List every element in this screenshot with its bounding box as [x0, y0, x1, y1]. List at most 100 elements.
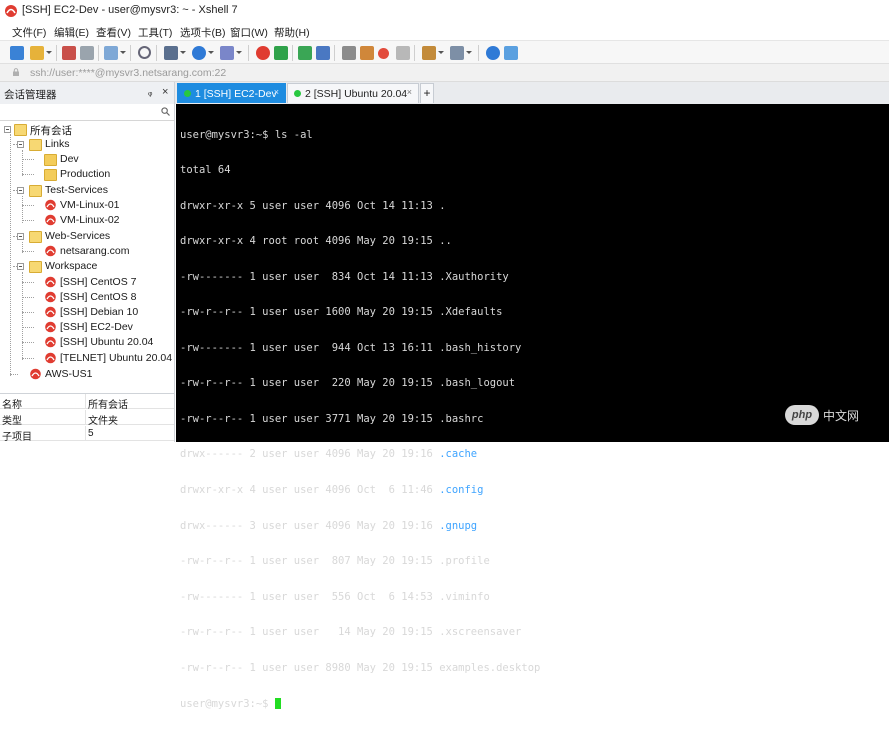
tree-item-label: Production [60, 168, 111, 180]
tab-ec2-dev[interactable]: 1 [SSH] EC2-Dev × [177, 83, 286, 103]
open-folder-icon[interactable] [30, 46, 44, 60]
keyboard-icon[interactable] [342, 46, 356, 60]
chevron-down-icon[interactable] [466, 51, 472, 54]
terminal-line: -rw-r--r-- 1 user user 8980 May 20 19:15… [180, 661, 541, 674]
chevron-down-icon[interactable] [120, 51, 126, 54]
collapse-toggle[interactable] [17, 187, 24, 194]
tree-item-label: [SSH] CentOS 7 [60, 276, 137, 288]
chat-icon[interactable] [504, 46, 518, 60]
toolbar-separator [414, 45, 415, 61]
close-icon[interactable]: × [274, 87, 279, 97]
session-icon [30, 368, 41, 380]
new-tab-button[interactable]: + [420, 83, 434, 103]
menu-edit[interactable]: 编辑(E) [54, 25, 89, 40]
folder-icon [44, 154, 57, 166]
font-icon[interactable] [164, 46, 178, 60]
menu-tools[interactable]: 工具(T) [138, 25, 172, 40]
record-icon[interactable] [378, 48, 389, 59]
transparency-icon[interactable] [316, 46, 330, 60]
search-input[interactable] [0, 104, 174, 121]
collapse-toggle[interactable] [17, 233, 24, 240]
terminal-line: drwx------ 2 user user 4096 May 20 19:16… [180, 448, 478, 461]
tree-item-label: [SSH] CentOS 8 [60, 291, 137, 303]
chevron-down-icon[interactable] [236, 51, 242, 54]
connected-status-icon [294, 90, 301, 97]
watermark: php 中文网 [785, 402, 875, 428]
close-icon[interactable]: × [162, 86, 168, 98]
help-icon[interactable] [486, 46, 500, 60]
property-row: 子项目 5 [0, 426, 174, 443]
pen-icon[interactable] [360, 46, 374, 60]
folder-open-icon [14, 124, 27, 136]
disconnect-icon[interactable] [80, 46, 94, 60]
fullscreen-icon[interactable] [298, 46, 312, 60]
chevron-down-icon[interactable] [438, 51, 444, 54]
address-bar[interactable]: ssh://user:****@mysvr3.netsarang.com:22 [0, 64, 889, 82]
property-value: 所有会话 [88, 400, 128, 411]
tree-item-label: VM-Linux-02 [60, 214, 120, 226]
terminal-line: drwxr-xr-x 5 user user 4096 Oct 14 11:13… [180, 199, 446, 212]
folder-open-icon [29, 261, 42, 273]
session-manager-title: 会话管理器 [4, 89, 57, 101]
window-title: [SSH] EC2-Dev - user@mysvr3: ~ - Xshell … [22, 4, 238, 16]
collapse-toggle[interactable] [4, 126, 11, 133]
tree-item-label: AWS-US1 [45, 368, 93, 380]
search-icon[interactable] [138, 46, 151, 59]
session-icon [45, 245, 56, 257]
session-icon [45, 199, 56, 211]
terminal-line: drwxr-xr-x 4 root root 4096 May 20 19:15… [180, 235, 452, 248]
tree-item-label: 所有会话 [30, 125, 72, 137]
terminal-line: -rw-r--r-- 1 user user 1600 May 20 19:15… [180, 306, 503, 319]
tree-item-label: [SSH] Ubuntu 20.04 [60, 336, 154, 348]
menu-view[interactable]: 查看(V) [96, 25, 131, 40]
chevron-down-icon[interactable] [46, 51, 52, 54]
session-icon [45, 214, 56, 226]
toolbar-separator [56, 45, 57, 61]
property-key: 名称 [2, 400, 22, 411]
folder-open-icon [29, 185, 42, 197]
terminal-line: -rw------- 1 user user 834 Oct 14 11:13 … [180, 270, 509, 283]
title-bar: [SSH] EC2-Dev - user@mysvr3: ~ - Xshell … [0, 0, 889, 22]
xshell-session-icon[interactable] [256, 46, 270, 60]
tree-item-label: Links [45, 138, 70, 150]
xftp-icon[interactable] [274, 46, 288, 60]
terminal-prompt: user@mysvr3:~$ [180, 698, 540, 710]
property-row: 名称 所有会话 [0, 394, 174, 411]
terminal[interactable]: user@mysvr3:~$ ls -al total 64 drwxr-xr-… [176, 104, 889, 710]
toolbar-separator [130, 45, 131, 61]
toolbar-separator [248, 45, 249, 61]
layout-icon[interactable] [450, 46, 464, 60]
terminal-output: user@mysvr3:~$ ls -al total 64 drwxr-xr-… [180, 106, 540, 734]
address-value[interactable]: ssh://user:****@mysvr3.netsarang.com:22 [30, 67, 226, 79]
terminal-line: -rw------- 1 user user 944 Oct 13 16:11 … [180, 341, 522, 354]
chevron-down-icon[interactable] [208, 51, 214, 54]
menu-tabs[interactable]: 选项卡(B) [180, 25, 226, 40]
collapse-toggle[interactable] [17, 263, 24, 270]
copy-icon[interactable] [104, 46, 118, 60]
menu-window[interactable]: 窗口(W) [230, 25, 268, 40]
pin-icon[interactable]: ᵩ [148, 87, 152, 98]
close-icon[interactable]: × [407, 87, 412, 97]
stop-icon[interactable] [396, 46, 410, 60]
connected-status-icon [184, 90, 191, 97]
property-key: 子项目 [2, 432, 32, 443]
property-row: 类型 文件夹 [0, 410, 174, 427]
terminal-line: total 64 [180, 164, 231, 177]
folder-tools-icon[interactable] [422, 46, 436, 60]
search-icon [161, 107, 170, 116]
menu-file[interactable]: 文件(F) [12, 25, 46, 40]
script-icon[interactable] [220, 46, 234, 60]
tree-item-label: Dev [60, 153, 79, 165]
collapse-toggle[interactable] [17, 141, 24, 148]
toolbar-separator [292, 45, 293, 61]
terminal-line: drwxr-xr-x 4 user user 4096 Oct 6 11:46 … [180, 484, 484, 496]
menu-help[interactable]: 帮助(H) [274, 25, 310, 40]
new-session-icon[interactable] [10, 46, 24, 60]
chevron-down-icon[interactable] [180, 51, 186, 54]
tab-ubuntu[interactable]: 2 [SSH] Ubuntu 20.04 × [287, 83, 419, 103]
globe-icon[interactable] [192, 46, 206, 60]
lock-icon [13, 68, 19, 76]
watermark-text: 中文网 [823, 409, 860, 423]
toolbar [0, 40, 889, 64]
reconnect-icon[interactable] [62, 46, 76, 60]
